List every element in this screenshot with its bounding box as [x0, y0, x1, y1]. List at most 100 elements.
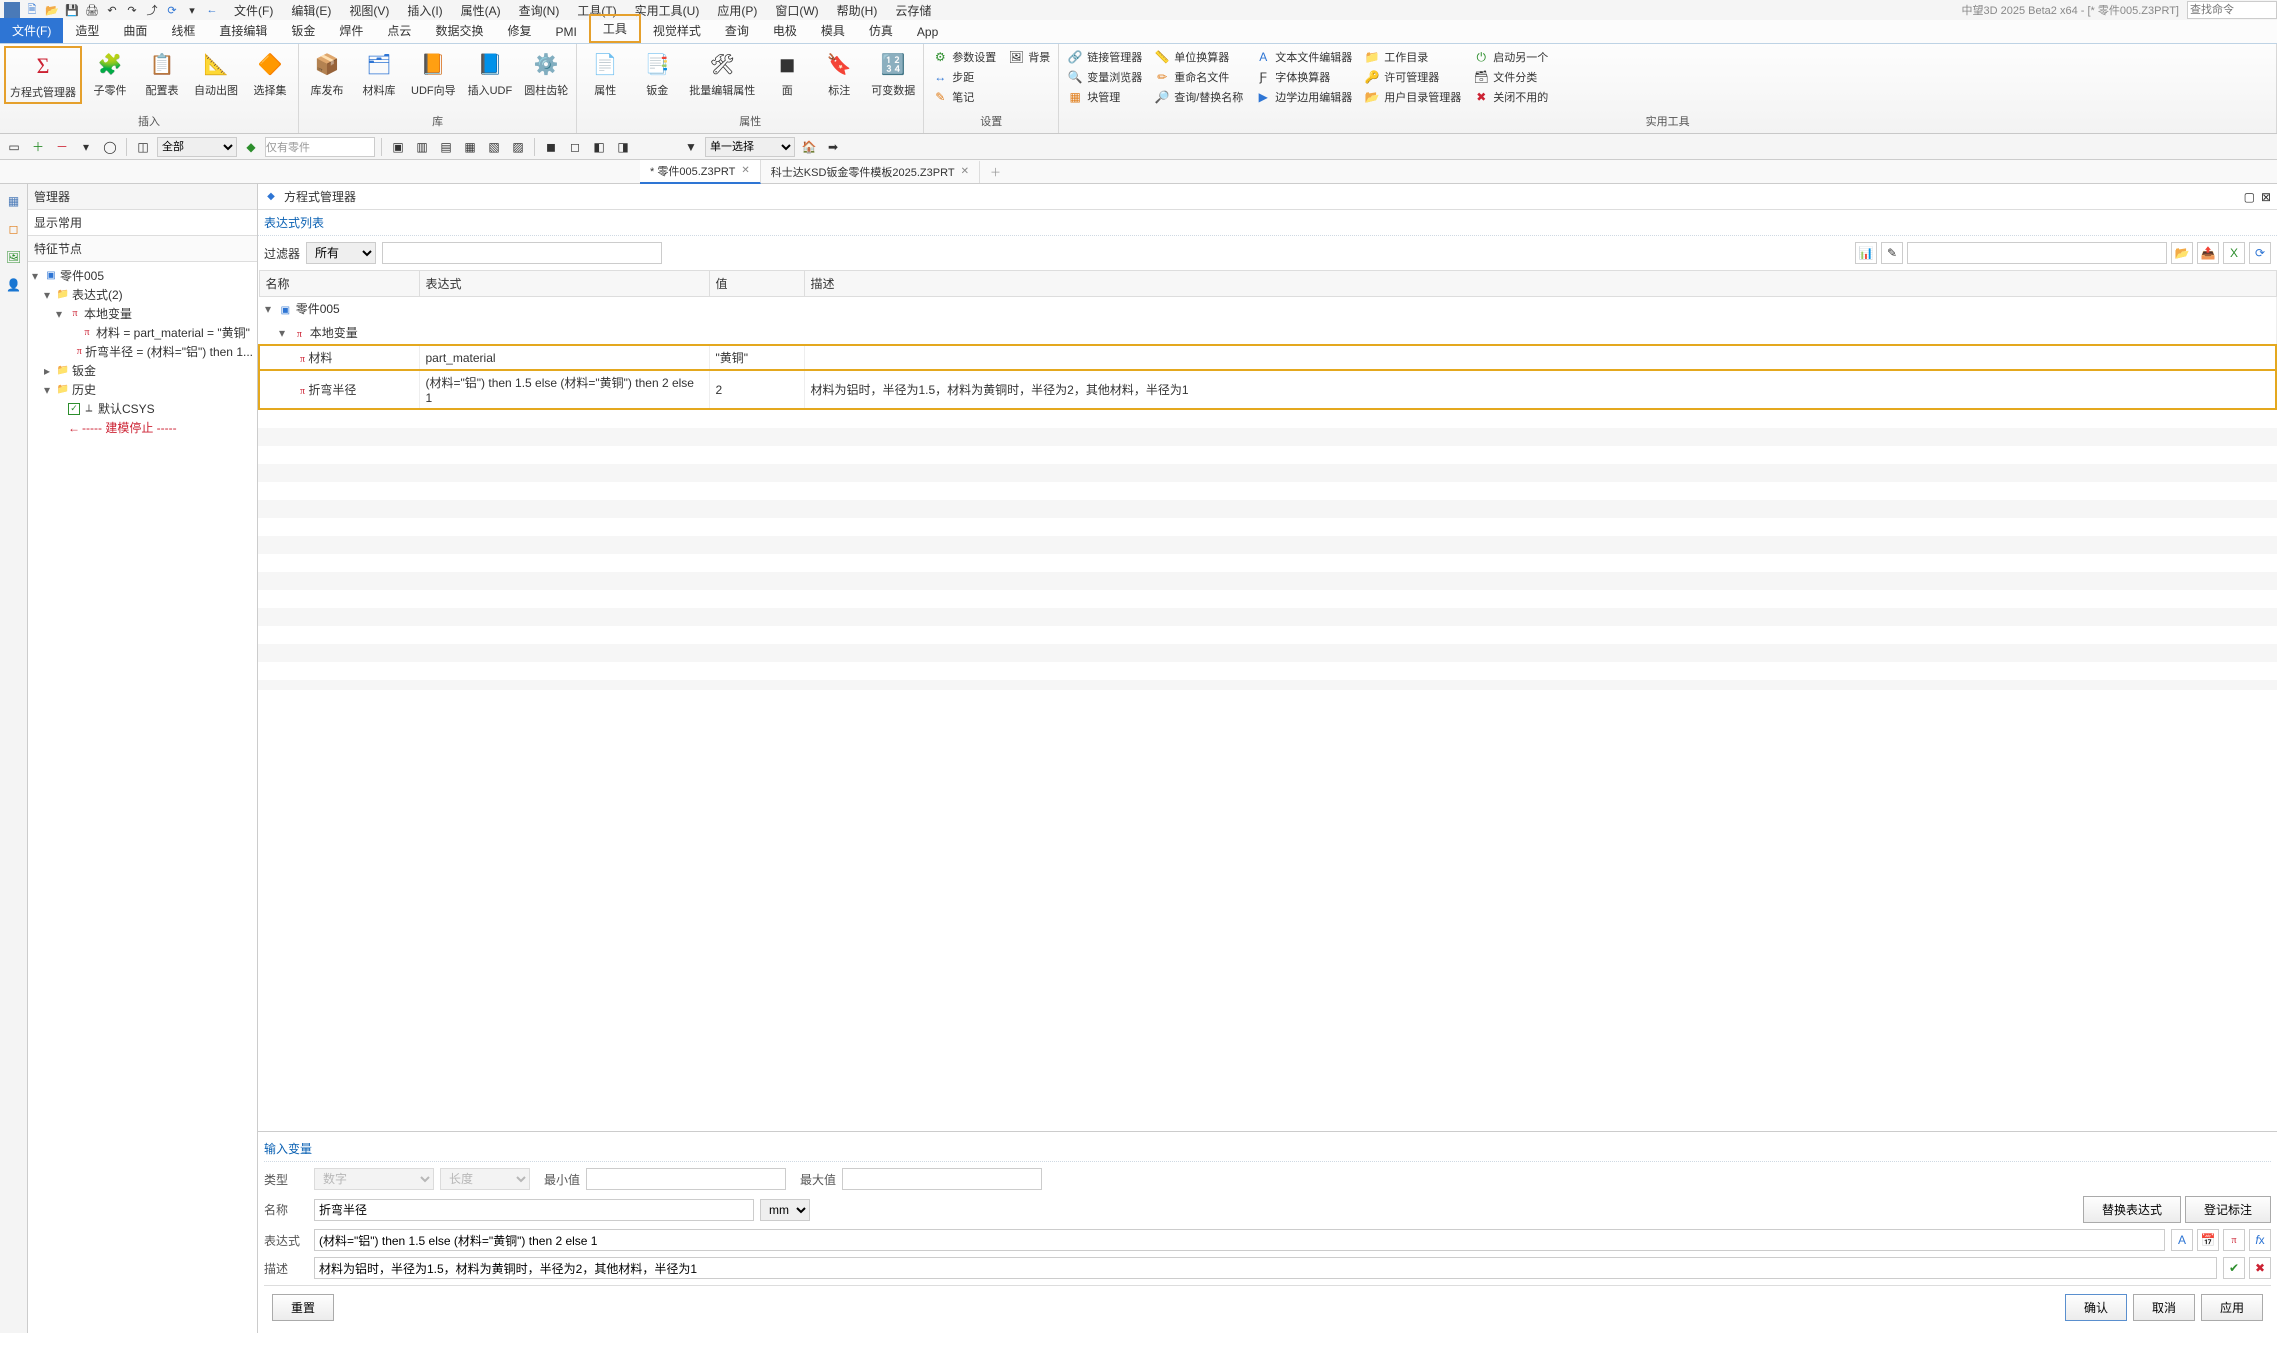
open-icon[interactable]: 📂	[44, 2, 60, 18]
tb-misc4-icon[interactable]: ▦	[460, 137, 480, 157]
tree-localvar[interactable]: ▾π本地变量	[32, 304, 253, 323]
name-input[interactable]	[314, 1199, 754, 1221]
tb-scope-select[interactable]: 全部	[157, 137, 237, 157]
float-icon[interactable]: ▢	[2244, 190, 2255, 204]
var-data-button[interactable]: 🔢可变数据	[867, 46, 919, 100]
back-icon[interactable]: ←	[204, 2, 220, 18]
min-input[interactable]	[586, 1168, 786, 1190]
param-settings[interactable]: ⚙参数设置	[928, 48, 1000, 66]
col-value[interactable]: 值	[709, 271, 804, 297]
apply-icon[interactable]: ✔	[2223, 1257, 2245, 1279]
misc-icon[interactable]: ⤴	[144, 2, 160, 18]
command-search[interactable]	[2187, 1, 2277, 19]
tree-csys[interactable]: ✓⟂默认CSYS	[32, 399, 253, 418]
notes[interactable]: ✎笔记	[928, 88, 1000, 106]
expr-a-icon[interactable]: A	[2171, 1229, 2193, 1251]
tb-misc6-icon[interactable]: ▨	[508, 137, 528, 157]
ribbon-tab-tools[interactable]: 工具	[589, 14, 641, 43]
fbtn2-icon[interactable]: ✎	[1881, 242, 1903, 264]
group-local[interactable]: ▾ π 本地变量	[259, 321, 2276, 346]
tree-root[interactable]: ▾▣零件005	[32, 266, 253, 285]
left-icon-1[interactable]: ▦	[3, 190, 25, 212]
expr-calendar-icon[interactable]: 📅	[2197, 1229, 2219, 1251]
doc-tab-active[interactable]: * 零件005.Z3PRT ✕	[640, 160, 761, 184]
fbtn-refresh-icon[interactable]: ⟳	[2249, 242, 2271, 264]
close-panel-icon[interactable]: ⊠	[2261, 190, 2271, 204]
license-mgr[interactable]: 🔑许可管理器	[1360, 68, 1465, 86]
tb-mode-select[interactable]: 单一选择	[705, 137, 795, 157]
tb-misc1-icon[interactable]: ▣	[388, 137, 408, 157]
fbtn1-icon[interactable]: 📊	[1855, 242, 1877, 264]
new-icon[interactable]: 🗎	[24, 2, 40, 18]
ribbon-tab-weld[interactable]: 焊件	[327, 18, 375, 43]
equation-manager-button[interactable]: Σ 方程式管理器	[4, 46, 82, 104]
insert-udf-button[interactable]: 📘插入UDF	[464, 46, 517, 100]
expr-pi-icon[interactable]: π	[2223, 1229, 2245, 1251]
tb-only-parts[interactable]	[265, 137, 375, 157]
udf-wizard-button[interactable]: 📙UDF向导	[407, 46, 460, 100]
doc-tab-2[interactable]: 科士达KSD钣金零件模板2025.Z3PRT ✕	[761, 161, 980, 183]
length-select[interactable]: 长度	[440, 1168, 530, 1190]
tb-circle-icon[interactable]: ◯	[100, 137, 120, 157]
tb-grid-icon[interactable]: ◫	[133, 137, 153, 157]
ribbon-tab-surface[interactable]: 曲面	[111, 18, 159, 43]
tree-history[interactable]: ▾📁历史	[32, 380, 253, 399]
selection-set-button[interactable]: 🔶选择集	[246, 46, 294, 100]
tree-expr[interactable]: ▾📁表达式(2)	[32, 285, 253, 304]
ribbon-tab-wire[interactable]: 线框	[159, 18, 207, 43]
ribbon-tab-pointcloud[interactable]: 点云	[375, 18, 423, 43]
ribbon-tab-repair[interactable]: 修复	[495, 18, 543, 43]
redo-icon[interactable]: ↷	[124, 2, 140, 18]
apply-button[interactable]: 应用	[2201, 1294, 2263, 1321]
fbtn4-icon[interactable]: 📤	[2197, 242, 2219, 264]
dropdown-icon[interactable]: ▾	[184, 2, 200, 18]
col-name[interactable]: 名称	[259, 271, 419, 297]
replace-expr-button[interactable]: 替换表达式	[2083, 1196, 2181, 1223]
cancel-button[interactable]: 取消	[2133, 1294, 2195, 1321]
learn-editor[interactable]: ▶边学边用编辑器	[1251, 88, 1356, 106]
tb-dropdown-icon[interactable]: ▾	[76, 137, 96, 157]
ribbon-tab-query[interactable]: 查询	[713, 18, 761, 43]
ribbon-tab-dataex[interactable]: 数据交换	[423, 18, 495, 43]
display-mode[interactable]: 显示常用	[28, 210, 257, 236]
config-table-button[interactable]: 📋配置表	[138, 46, 186, 100]
ribbon-tab-visual[interactable]: 视觉样式	[641, 18, 713, 43]
discard-icon[interactable]: ✖	[2249, 1257, 2271, 1279]
ribbon-tab-electrode[interactable]: 电极	[761, 18, 809, 43]
tree-model-stop[interactable]: ←----- 建模停止 -----	[32, 418, 253, 437]
sub-part-button[interactable]: 🧩子零件	[86, 46, 134, 100]
unit-select[interactable]: mm	[760, 1199, 810, 1221]
expr-fx-icon[interactable]: fx	[2249, 1229, 2271, 1251]
expr-input[interactable]	[314, 1229, 2165, 1251]
left-icon-2[interactable]: ◻	[3, 218, 25, 240]
print-icon[interactable]: 🖨	[84, 2, 100, 18]
user-dir-mgr[interactable]: 📂用户目录管理器	[1360, 88, 1465, 106]
expr-row-0[interactable]: π 材料 part_material "黄铜"	[259, 345, 2276, 370]
undo-icon[interactable]: ↶	[104, 2, 120, 18]
ribbon-tab-mold[interactable]: 模具	[809, 18, 857, 43]
doc-tab-add[interactable]: ＋	[980, 161, 1011, 183]
tb-minus-icon[interactable]: －	[52, 137, 72, 157]
tb-forward-icon[interactable]: ➡	[823, 137, 843, 157]
file-classify[interactable]: 🗃文件分类	[1469, 68, 1552, 86]
working-dir[interactable]: 📁工作目录	[1360, 48, 1465, 66]
filter-search[interactable]	[1907, 242, 2167, 264]
fbtn3-icon[interactable]: 📂	[2171, 242, 2193, 264]
fbtn-excel-icon[interactable]: X	[2223, 242, 2245, 264]
desc-input[interactable]	[314, 1257, 2217, 1279]
tree-sheetmetal[interactable]: ▸📁钣金	[32, 361, 253, 380]
background[interactable]: 🖼背景	[1004, 48, 1054, 66]
annotate-button[interactable]: 登记标注	[2185, 1196, 2271, 1223]
filter-select[interactable]: 所有	[306, 242, 376, 264]
annotation-button[interactable]: 🔖标注	[815, 46, 863, 100]
ok-button[interactable]: 确认	[2065, 1294, 2127, 1321]
text-editor[interactable]: A文本文件编辑器	[1251, 48, 1356, 66]
cylinder-gear-button[interactable]: ⚙️圆柱齿轮	[520, 46, 572, 100]
refresh-icon[interactable]: ⟳	[164, 2, 180, 18]
tb-misc2-icon[interactable]: ▥	[412, 137, 432, 157]
left-icon-3[interactable]: 🖼	[3, 246, 25, 268]
unit-converter[interactable]: 📏单位换算器	[1150, 48, 1247, 66]
reset-button[interactable]: 重置	[272, 1294, 334, 1321]
tb-vis4-icon[interactable]: ◨	[613, 137, 633, 157]
tb-vis2-icon[interactable]: ◻	[565, 137, 585, 157]
